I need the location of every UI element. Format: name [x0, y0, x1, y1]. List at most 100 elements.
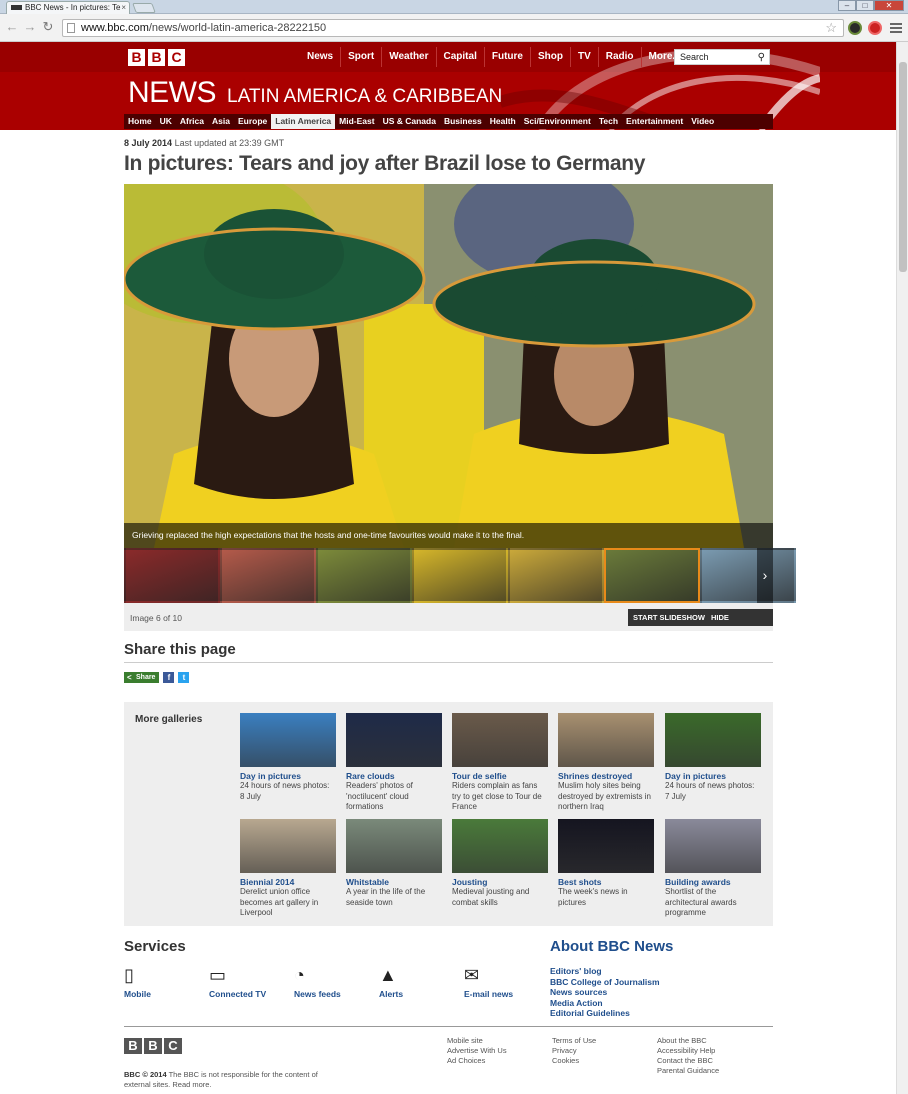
gallery-card-image[interactable] [240, 819, 336, 873]
footer-link[interactable]: Advertise With Us [447, 1046, 507, 1056]
gallery-card-title[interactable]: Whitstable [346, 877, 442, 887]
adblock-icon[interactable] [868, 21, 882, 35]
forward-arrow-icon[interactable]: → [22, 19, 38, 34]
service-label[interactable]: Connected TV [209, 989, 289, 999]
subnav-item-entertainment[interactable]: Entertainment [622, 114, 687, 129]
mobile-icon[interactable]: ▯ [124, 964, 204, 986]
start-slideshow-button[interactable]: START SLIDESHOW [628, 609, 710, 626]
about-link[interactable]: BBC College of Journalism [550, 977, 660, 988]
maximize-icon[interactable]: □ [856, 0, 874, 11]
footer-link[interactable]: Cookies [552, 1056, 596, 1066]
gallery-card-image[interactable] [346, 819, 442, 873]
gallery-card[interactable]: Jousting Medieval jousting and combat ski… [452, 819, 548, 908]
gallery-thumbnail[interactable] [508, 548, 604, 603]
service-label[interactable]: Mobile [124, 989, 204, 999]
gallery-card-title[interactable]: Shrines destroyed [558, 771, 654, 781]
footer-link[interactable]: About the BBC [657, 1036, 719, 1046]
nav-weather[interactable]: Weather [381, 47, 435, 67]
service-label[interactable]: News feeds [294, 989, 374, 999]
subnav-item-sci-environment[interactable]: Sci/Environment [520, 114, 595, 129]
address-bar[interactable]: www.bbc.com/news/world-latin-america-282… [62, 19, 844, 37]
service-label[interactable]: E-mail news [464, 989, 544, 999]
footer-link[interactable]: Ad Choices [447, 1056, 507, 1066]
email-icon[interactable]: ✉ [464, 964, 544, 986]
footer-link[interactable]: Parental Guidance [657, 1066, 719, 1076]
bookmark-star-icon[interactable]: ☆ [825, 20, 837, 36]
facebook-icon[interactable]: f [163, 672, 175, 683]
nav-future[interactable]: Future [483, 47, 530, 67]
gallery-card-title[interactable]: Day in pictures [240, 771, 336, 781]
reload-icon[interactable]: ↻ [40, 19, 56, 35]
service-e-mail-news[interactable]: ✉ E-mail news [464, 964, 544, 999]
footer-link[interactable]: Privacy [552, 1046, 596, 1056]
gallery-card-image[interactable] [452, 819, 548, 873]
gallery-card-title[interactable]: Jousting [452, 877, 548, 887]
nav-capital[interactable]: Capital [435, 47, 484, 67]
subnav-item-uk[interactable]: UK [156, 114, 176, 129]
gallery-card-image[interactable] [346, 713, 442, 767]
gallery-card-image[interactable] [665, 819, 761, 873]
chevron-right-icon[interactable]: › [757, 548, 773, 603]
service-news-feeds[interactable]: ◔ News feeds [294, 964, 374, 999]
gallery-card[interactable]: Rare clouds Readers' photos of 'noctiluce… [346, 713, 442, 813]
gallery-card-title[interactable]: Tour de selfie [452, 771, 548, 781]
gallery-card-image[interactable] [452, 713, 548, 767]
gallery-thumbnail[interactable] [700, 548, 796, 603]
gallery-card[interactable]: Tour de selfie Riders complain as fans tr… [452, 713, 548, 813]
gallery-card[interactable]: Building awards Shortlist of the architec… [665, 819, 761, 919]
gallery-card-image[interactable] [558, 713, 654, 767]
share-button[interactable]: Share [124, 672, 160, 683]
gallery-card[interactable]: Best shots The week's news in pictures [558, 819, 654, 908]
gallery-card-title[interactable]: Best shots [558, 877, 654, 887]
nav-shop[interactable]: Shop [529, 47, 570, 67]
subnav-item-europe[interactable]: Europe [234, 114, 271, 129]
gallery-card[interactable]: Day in pictures 24 hours of news photos: … [240, 713, 336, 802]
nav-sport[interactable]: Sport [340, 47, 381, 67]
twitter-icon[interactable]: t [178, 672, 190, 683]
news-wordmark[interactable]: NEWS [128, 76, 217, 110]
browser-menu-icon[interactable] [890, 21, 902, 35]
gallery-card-image[interactable] [240, 713, 336, 767]
tab-close-icon[interactable]: × [121, 2, 126, 14]
nav-tv[interactable]: TV [569, 47, 598, 67]
nav-news[interactable]: News [300, 47, 340, 67]
subnav-item-tech[interactable]: Tech [595, 114, 622, 129]
gallery-card-title[interactable]: Rare clouds [346, 771, 442, 781]
subnav-item-home[interactable]: Home [124, 114, 156, 129]
about-link[interactable]: Editorial Guidelines [550, 1008, 660, 1019]
hide-captions-button[interactable]: HIDE CAPTIONS [706, 609, 773, 639]
subnav-item-mid-east[interactable]: Mid-East [335, 114, 378, 129]
footer-link[interactable]: Accessibility Help [657, 1046, 719, 1056]
gallery-card-image[interactable] [558, 819, 654, 873]
gallery-card-title[interactable]: Day in pictures [665, 771, 761, 781]
subnav-item-us-canada[interactable]: US & Canada [379, 114, 440, 129]
back-arrow-icon[interactable]: ← [4, 19, 20, 34]
footer-link[interactable]: Terms of Use [552, 1036, 596, 1046]
window-close-icon[interactable]: ✕ [874, 0, 904, 11]
alert-icon[interactable]: ▲ [379, 964, 459, 986]
gallery-card[interactable]: Day in pictures 24 hours of news photos: … [665, 713, 761, 802]
about-link[interactable]: News sources [550, 987, 660, 998]
subnav-item-video[interactable]: Video [687, 114, 718, 129]
gallery-card[interactable]: Whitstable A year in the life of the seas… [346, 819, 442, 908]
gallery-thumbnail[interactable] [124, 548, 220, 603]
service-connected-tv[interactable]: ▭ Connected TV [209, 964, 289, 999]
new-tab-button[interactable] [132, 3, 156, 13]
tv-icon[interactable]: ▭ [209, 964, 289, 986]
search-icon[interactable]: ⚲ [758, 51, 765, 65]
subnav-item-business[interactable]: Business [440, 114, 486, 129]
gallery-thumbnail[interactable] [604, 548, 700, 603]
service-label[interactable]: Alerts [379, 989, 459, 999]
footer-bbc-logo[interactable]: B B C [124, 1038, 182, 1054]
subnav-item-africa[interactable]: Africa [176, 114, 208, 129]
bbc-logo[interactable]: B B C [128, 49, 185, 66]
gallery-card[interactable]: Biennial 2014 Derelict union office becom… [240, 819, 336, 919]
browser-tab[interactable]: BBC News - In pictures: Te × [6, 1, 130, 14]
page-scrollbar[interactable] [896, 42, 908, 1094]
extension-icon[interactable] [848, 21, 862, 35]
service-mobile[interactable]: ▯ Mobile [124, 964, 204, 999]
gallery-thumbnail[interactable] [316, 548, 412, 603]
footer-link[interactable]: Contact the BBC [657, 1056, 719, 1066]
footer-link[interactable]: Mobile site [447, 1036, 507, 1046]
gallery-card-image[interactable] [665, 713, 761, 767]
